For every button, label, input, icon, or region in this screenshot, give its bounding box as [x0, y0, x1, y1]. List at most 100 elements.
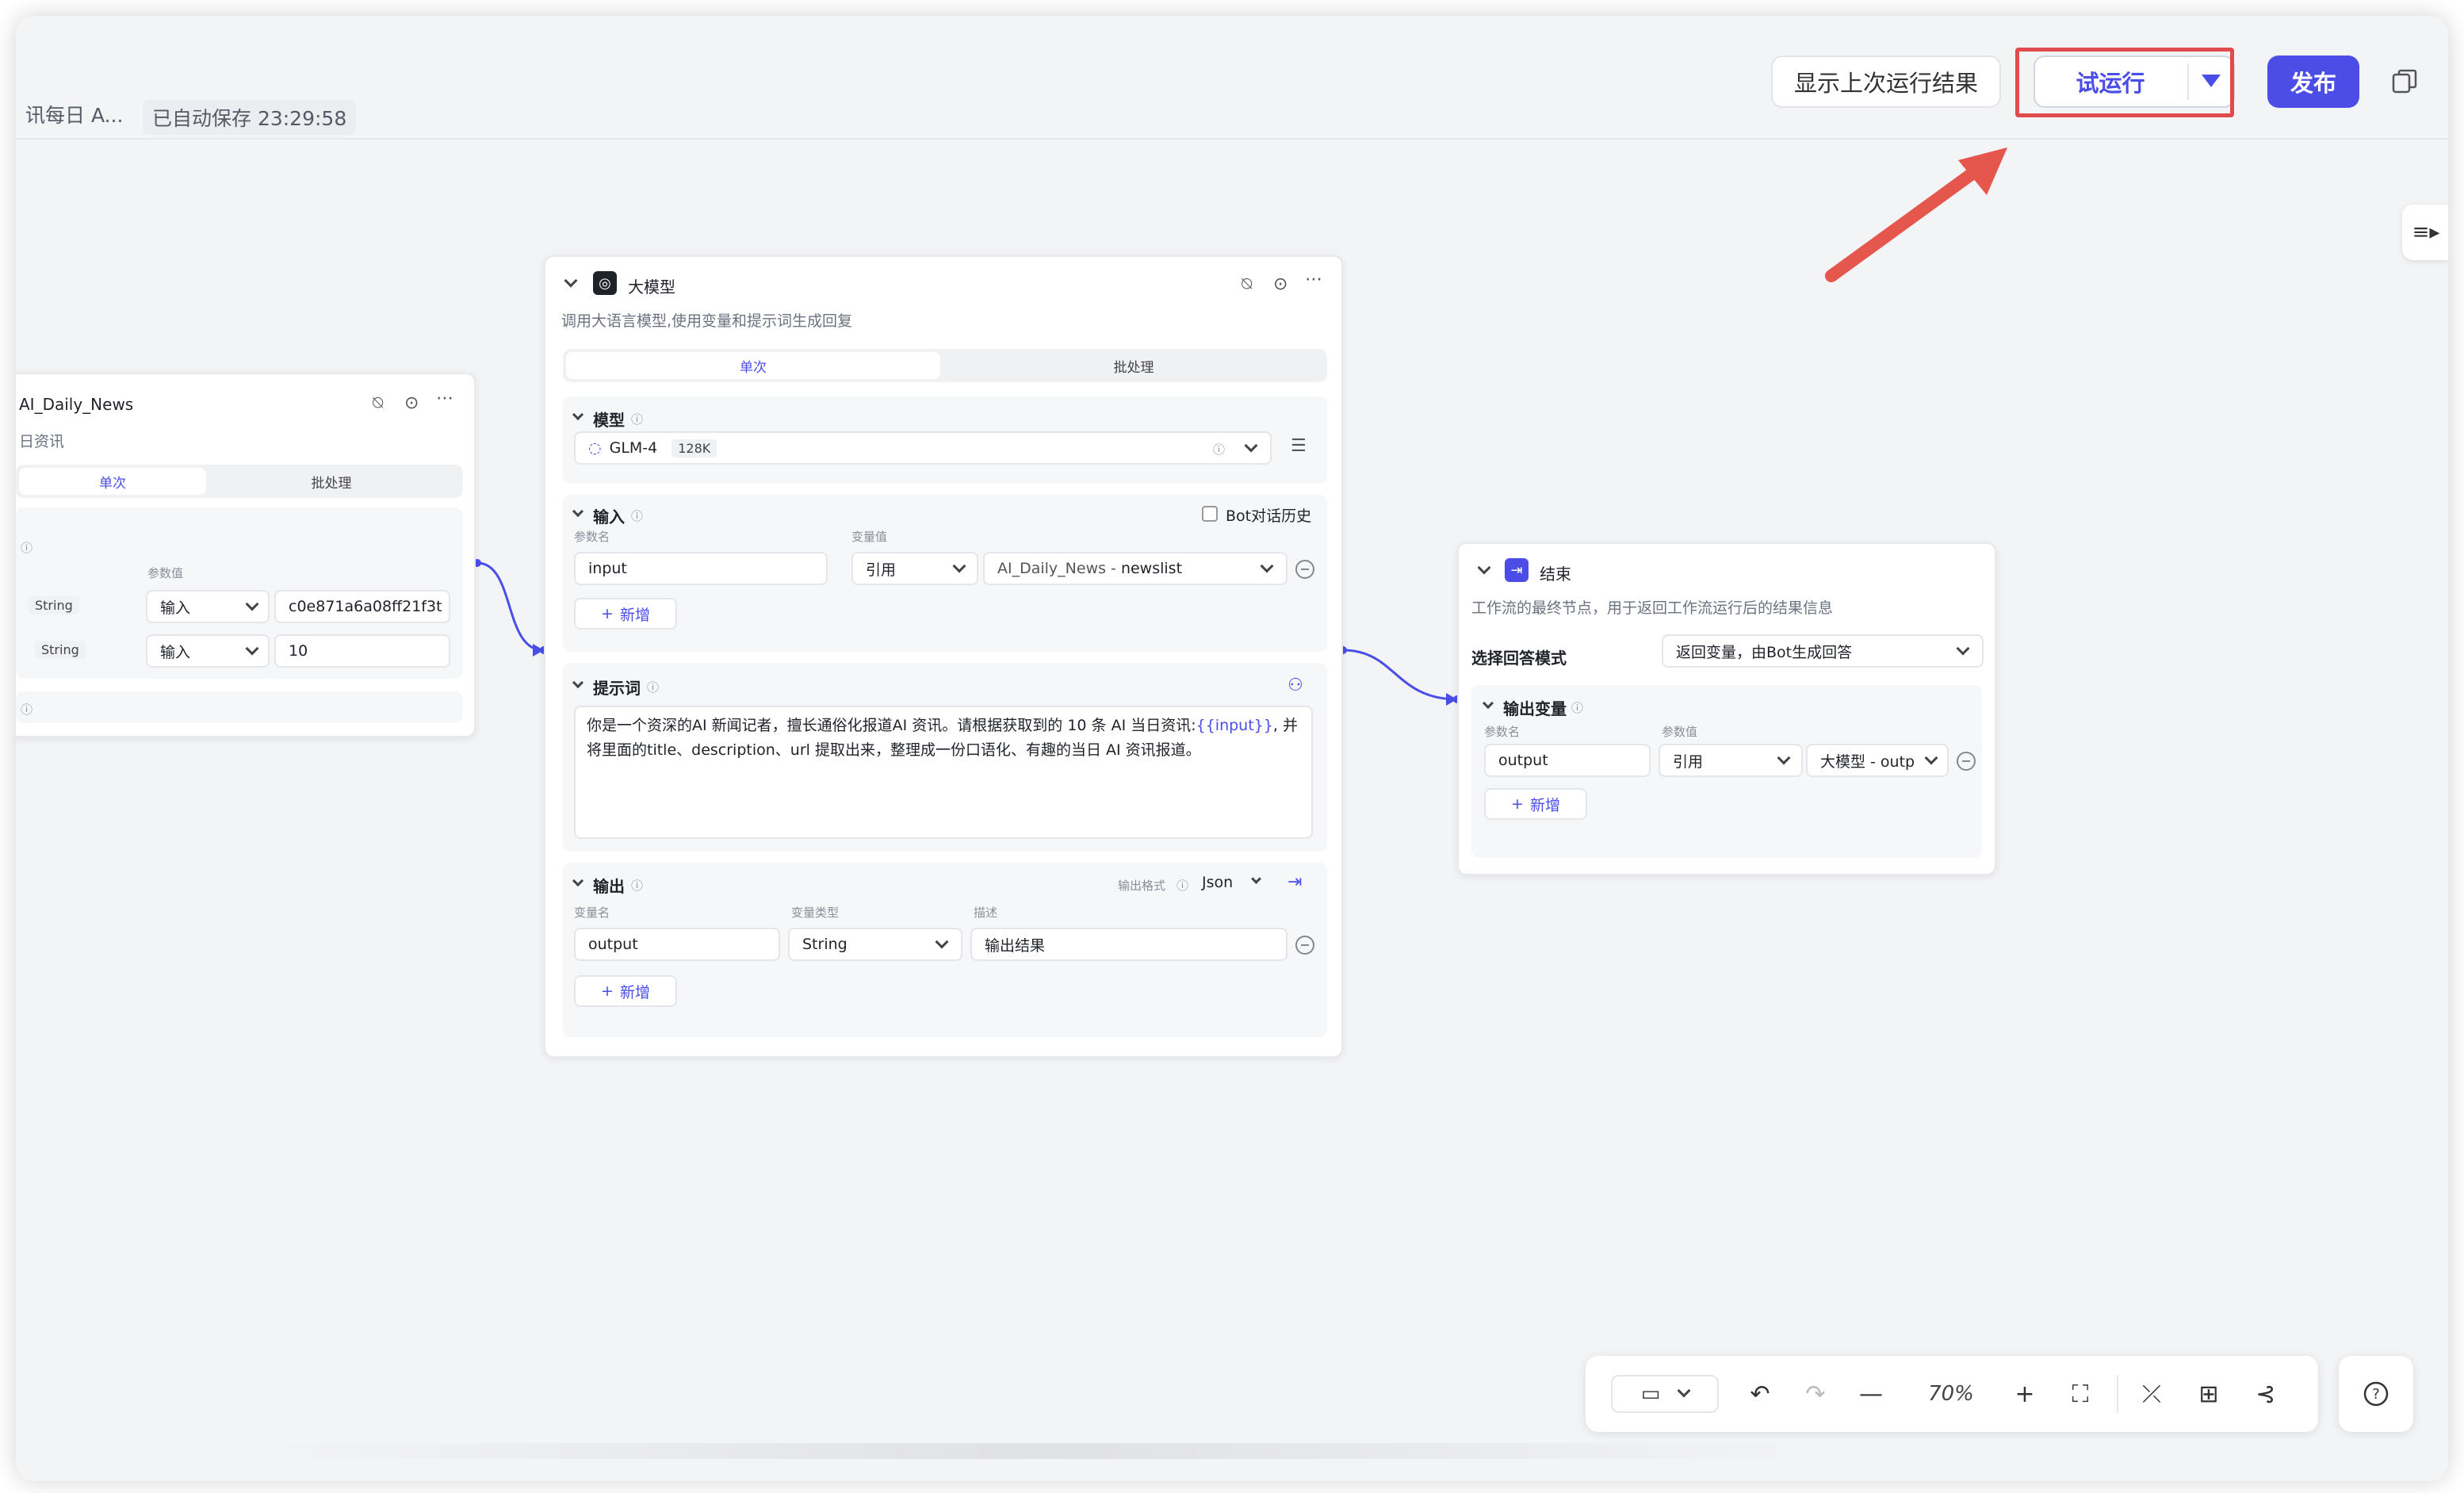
info-icon: ⓘ: [1571, 701, 1584, 715]
app-window: 讯每日 A... 已自动保存 23:29:58 显示上次运行结果 试运行 发布 …: [16, 16, 2448, 1481]
redo-icon[interactable]: ↷: [1796, 1375, 1835, 1413]
model-select[interactable]: ◌ GLM-4 128K ⓘ: [574, 431, 1272, 465]
chevron-down-icon: [1777, 751, 1791, 765]
prompt-text[interactable]: 你是一个资深的AI 新闻记者，擅长通俗化报道AI 资讯。请根据获取到的 10 条…: [587, 714, 1300, 763]
more-icon[interactable]: ⋯: [1305, 270, 1322, 289]
start-node-desc: 日资讯: [19, 433, 65, 450]
end-output-ref-value: 大模型 - outp: [1820, 752, 1915, 771]
remove-icon[interactable]: [1295, 936, 1314, 955]
output-name-field[interactable]: output: [574, 928, 780, 961]
add-end-output-button[interactable]: + 新增: [1484, 788, 1587, 820]
prompt-library-icon[interactable]: ⚇: [1287, 676, 1303, 695]
fit-view-icon[interactable]: ⛶: [2061, 1375, 2099, 1413]
add-output-button[interactable]: + 新增: [574, 975, 677, 1007]
svg-text:?: ?: [2372, 1386, 2380, 1403]
zoom-in-icon[interactable]: +: [2006, 1375, 2044, 1413]
plus-icon: +: [1511, 795, 1524, 813]
var-value-label: 变量值: [851, 530, 888, 544]
bot-history-checkbox[interactable]: [1202, 506, 1218, 522]
add-output-label: 新增: [619, 983, 650, 1001]
chevron-down-icon: [245, 597, 259, 611]
start-node-title: AI_Daily_News: [19, 395, 134, 414]
input-section-title: 输入: [593, 507, 625, 526]
remove-icon[interactable]: [1295, 560, 1314, 579]
output-type-value: String: [802, 936, 847, 953]
plus-icon: +: [601, 982, 614, 1000]
zoom-level[interactable]: 70%: [1907, 1375, 1995, 1413]
output-format-label: 输出格式: [1118, 879, 1166, 893]
interaction-mode-select[interactable]: ▭: [1611, 1375, 1719, 1413]
mode-select-value: 输入: [160, 599, 191, 617]
zoom-label: 70%: [1928, 1382, 1974, 1406]
tab-batch[interactable]: 批处理: [206, 468, 457, 495]
input-ref-select[interactable]: AI_Daily_News - newslist: [983, 552, 1287, 585]
model-section-title: 模型: [593, 411, 625, 430]
input-ref-var: newslist: [1120, 560, 1183, 577]
info-icon: ⓘ: [631, 509, 644, 523]
info-icon: ⓘ: [21, 702, 33, 717]
horizontal-scrollbar[interactable]: [254, 1443, 1839, 1459]
end-output-ref-select[interactable]: 大模型 - outp: [1806, 744, 1949, 777]
model-name: GLM-4: [609, 439, 658, 457]
info-icon: ⓘ: [631, 879, 644, 893]
layout-icon[interactable]: ⊞: [2190, 1375, 2228, 1413]
param-value-field[interactable]: c0e871a6a08ff21f3t: [274, 590, 450, 623]
info-icon: ⓘ: [1177, 879, 1189, 893]
undo-icon[interactable]: ↶: [1741, 1375, 1779, 1413]
bot-history-label: Bot对话历史: [1226, 507, 1312, 525]
llm-node-desc: 调用大语言模型,使用变量和提示词生成回复: [561, 312, 853, 330]
prompt-text-part: 你是一个资深的AI 新闻记者，擅长通俗化报道AI 资讯。请根据获取到的 10 条…: [587, 717, 1196, 734]
prompt-variable: {{input}}: [1196, 717, 1273, 734]
play-circle-icon[interactable]: ⊙: [1273, 274, 1287, 294]
end-output-mode-value: 引用: [1673, 752, 1704, 771]
chevron-down-icon: [952, 559, 966, 573]
end-node-title: 结束: [1540, 565, 1571, 584]
end-output-name-field[interactable]: output: [1484, 744, 1651, 777]
tab-single[interactable]: 单次: [19, 468, 206, 495]
input-mode-value: 引用: [866, 561, 897, 579]
zoom-out-icon[interactable]: —: [1852, 1375, 1890, 1413]
export-icon[interactable]: ⇥: [1287, 872, 1302, 892]
info-icon: ⓘ: [631, 412, 644, 427]
answer-mode-select[interactable]: 返回变量，由Bot生成回答: [1662, 634, 1984, 668]
type-badge: String: [29, 596, 79, 614]
more-icon[interactable]: ⋯: [436, 389, 453, 408]
desc-label: 描述: [974, 905, 998, 920]
end-node-desc: 工作流的最终节点，用于返回工作流运行后的结果信息: [1471, 599, 1834, 617]
add-input-button[interactable]: + 新增: [574, 598, 677, 630]
plugin-off-icon[interactable]: ⍉: [1242, 274, 1252, 294]
mode-select[interactable]: 输入: [146, 634, 270, 668]
chevron-down-icon: [1244, 438, 1258, 453]
tab-batch[interactable]: 批处理: [943, 352, 1324, 379]
plus-icon: +: [601, 605, 614, 622]
param-value-field[interactable]: 10: [274, 634, 450, 668]
remove-icon[interactable]: [1957, 752, 1976, 771]
info-icon: ⓘ: [647, 680, 660, 695]
help-icon[interactable]: ?: [2339, 1356, 2413, 1432]
output-format-select[interactable]: Json: [1202, 874, 1233, 891]
llm-node-tabs: 单次 批处理: [563, 349, 1327, 382]
collapse-icon[interactable]: ⤫: [2133, 1375, 2171, 1413]
mode-select[interactable]: 输入: [146, 590, 270, 623]
tab-single[interactable]: 单次: [566, 352, 940, 379]
var-type-label: 变量类型: [791, 905, 840, 920]
start-node-tabs: 单次 批处理: [16, 465, 463, 498]
output-vars-title: 输出变量: [1503, 699, 1567, 718]
mode-select-value: 输入: [160, 643, 191, 661]
answer-mode-value: 返回变量，由Bot生成回答: [1676, 643, 1853, 661]
chevron-down-icon: [1260, 559, 1274, 573]
output-type-select[interactable]: String: [788, 928, 962, 961]
settings-sliders-icon[interactable]: ☰: [1291, 436, 1307, 456]
pointer-icon[interactable]: ⊰: [2247, 1375, 2285, 1413]
end-output-mode-select[interactable]: 引用: [1659, 744, 1803, 777]
play-circle-icon[interactable]: ⊙: [404, 393, 419, 413]
plugin-off-icon[interactable]: ⍉: [373, 393, 383, 413]
chevron-down-icon: [935, 935, 949, 949]
param-value-label: 参数值: [1662, 725, 1698, 739]
chevron-down-icon: [1677, 1384, 1691, 1398]
param-name-label: 参数名: [1484, 725, 1521, 739]
input-mode-select[interactable]: 引用: [851, 552, 978, 585]
input-name-field[interactable]: input: [574, 552, 828, 585]
end-icon: ⇥: [1505, 558, 1529, 582]
output-desc-field[interactable]: 输出结果: [970, 928, 1287, 961]
